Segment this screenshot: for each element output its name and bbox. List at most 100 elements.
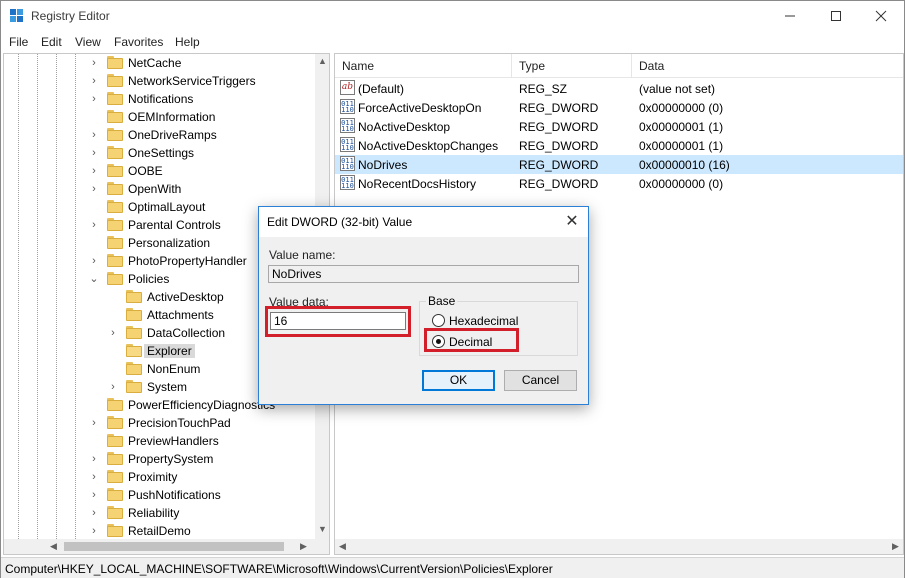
tree-expander-icon[interactable]: › xyxy=(107,324,119,342)
hexadecimal-radio-button[interactable] xyxy=(432,314,445,327)
tree-expander-icon[interactable]: › xyxy=(88,162,100,180)
ok-button[interactable]: OK xyxy=(422,370,495,391)
value-data-cell: 0x00000001 (1) xyxy=(639,139,724,153)
tree-item[interactable]: › PrecisionTouchPad xyxy=(4,414,324,432)
string-value-icon: ab xyxy=(340,80,355,95)
tree-expander-icon[interactable]: › xyxy=(88,450,100,468)
cancel-button[interactable]: Cancel xyxy=(504,370,577,391)
tree-expander-icon[interactable]: › xyxy=(88,126,100,144)
folder-icon xyxy=(107,56,123,69)
tree-expander-icon[interactable]: › xyxy=(88,72,100,90)
tree-expander-icon[interactable]: › xyxy=(88,144,100,162)
tree-item-label: RetailDemo xyxy=(128,524,191,538)
tree-expander-icon[interactable]: › xyxy=(88,90,100,108)
folder-icon xyxy=(107,506,123,519)
hexadecimal-radio[interactable]: Hexadecimal xyxy=(432,313,532,329)
tree-item[interactable]: OEMInformation xyxy=(4,108,324,126)
folder-icon xyxy=(107,110,123,123)
value-type-cell: REG_DWORD xyxy=(519,158,599,172)
tree-item[interactable]: › OpenWith xyxy=(4,180,324,198)
tree-item[interactable]: › NetworkServiceTriggers xyxy=(4,72,324,90)
value-data-highlight xyxy=(265,306,411,337)
scroll-up-icon[interactable]: ▲ xyxy=(315,54,329,69)
binary-value-icon: 011 110 xyxy=(340,175,355,190)
menu-help[interactable]: Help xyxy=(175,35,200,49)
folder-icon xyxy=(107,236,123,249)
registry-value-row[interactable]: 011 110 NoDrives REG_DWORD 0x00000010 (16) xyxy=(335,155,903,174)
registry-value-row[interactable]: 011 110 ForceActiveDesktopOn REG_DWORD 0x000… xyxy=(335,98,903,117)
folder-icon xyxy=(126,380,142,393)
list-header: Name Type Data xyxy=(335,54,903,78)
tree-expander-icon[interactable]: › xyxy=(88,54,100,72)
tree-item[interactable]: PreviewHandlers xyxy=(4,432,324,450)
menu-file[interactable]: File xyxy=(9,35,28,49)
value-type-cell: REG_DWORD xyxy=(519,177,599,191)
tree-expander-icon[interactable]: ⌄ xyxy=(88,270,100,288)
minimize-icon xyxy=(785,15,795,17)
tree-expander-icon[interactable]: › xyxy=(88,522,100,540)
binary-value-icon: 011 110 xyxy=(340,118,355,133)
tree-item[interactable]: › OneDriveRamps xyxy=(4,126,324,144)
registry-value-row[interactable]: ab (Default) REG_SZ (value not set) xyxy=(335,79,903,98)
close-button[interactable] xyxy=(858,1,904,31)
tree-expander-icon[interactable]: › xyxy=(88,486,100,504)
menu-edit[interactable]: Edit xyxy=(41,35,62,49)
tree-expander-icon[interactable]: › xyxy=(88,180,100,198)
tree-item-label: Policies xyxy=(128,272,170,286)
value-name-cell: NoActiveDesktop xyxy=(358,120,451,134)
tree-expander-icon[interactable]: › xyxy=(88,504,100,522)
tree-item[interactable]: › Proximity xyxy=(4,468,324,486)
tree-item[interactable]: › Notifications xyxy=(4,90,324,108)
tree-expander-icon[interactable]: › xyxy=(107,378,119,396)
column-data-header[interactable]: Data xyxy=(632,54,903,78)
tree-item[interactable]: › Reliability xyxy=(4,504,324,522)
folder-icon xyxy=(107,128,123,141)
tree-item[interactable]: › PushNotifications xyxy=(4,486,324,504)
menu-favorites[interactable]: Favorites xyxy=(114,35,163,49)
scroll-left-icon[interactable]: ◀ xyxy=(335,539,350,554)
folder-icon xyxy=(107,488,123,501)
tree-horizontal-scrollbar[interactable]: ◀ ▶ xyxy=(4,539,329,554)
tree-item[interactable]: › PropertySystem xyxy=(4,450,324,468)
tree-scroll-thumb[interactable] xyxy=(64,542,284,551)
dialog-close-icon[interactable]: ✕ xyxy=(562,212,582,232)
scroll-down-icon[interactable]: ▼ xyxy=(315,522,329,537)
tree-expander-icon xyxy=(88,432,100,450)
value-name-cell: NoActiveDesktopChanges xyxy=(358,139,499,153)
base-label: Base xyxy=(426,294,458,308)
edit-dword-dialog: Edit DWORD (32-bit) Value ✕ Value name: … xyxy=(258,206,589,405)
maximize-button[interactable] xyxy=(813,1,859,31)
scroll-left-icon[interactable]: ◀ xyxy=(46,539,61,554)
minimize-button[interactable] xyxy=(767,1,813,31)
tree-item-label: Proximity xyxy=(128,470,178,484)
registry-editor-window: Registry Editor File Edit View Favorites… xyxy=(0,0,905,578)
list-horizontal-scrollbar[interactable]: ◀ ▶ xyxy=(335,539,903,554)
tree-expander-icon[interactable]: › xyxy=(88,252,100,270)
binary-value-icon: 011 110 xyxy=(340,99,355,114)
dialog-title-bar: Edit DWORD (32-bit) Value ✕ xyxy=(259,207,588,237)
folder-icon xyxy=(107,470,123,483)
column-name-header[interactable]: Name xyxy=(335,54,512,78)
folder-icon xyxy=(126,362,142,375)
value-type-cell: REG_DWORD xyxy=(519,101,599,115)
tree-expander-icon[interactable]: › xyxy=(88,414,100,432)
registry-value-row[interactable]: 011 110 NoActiveDesktopChanges REG_DWORD 0x0… xyxy=(335,136,903,155)
value-data-cell: (value not set) xyxy=(639,82,716,96)
tree-item-label: OOBE xyxy=(128,164,163,178)
tree-item[interactable]: › RetailDemo xyxy=(4,522,324,540)
tree-item[interactable]: › OneSettings xyxy=(4,144,324,162)
tree-item[interactable]: › OOBE xyxy=(4,162,324,180)
tree-expander-icon xyxy=(88,396,100,414)
tree-expander-icon xyxy=(107,306,119,324)
tree-item[interactable]: › NetCache xyxy=(4,54,324,72)
tree-expander-icon[interactable]: › xyxy=(88,216,100,234)
registry-value-row[interactable]: 011 110 NoActiveDesktop REG_DWORD 0x00000001… xyxy=(335,117,903,136)
tree-expander-icon[interactable]: › xyxy=(88,468,100,486)
registry-value-row[interactable]: 011 110 NoRecentDocsHistory REG_DWORD 0x0000… xyxy=(335,174,903,193)
menu-view[interactable]: View xyxy=(75,35,101,49)
menu-bar: File Edit View Favorites Help xyxy=(1,32,904,52)
column-type-header[interactable]: Type xyxy=(512,54,632,78)
scroll-right-icon[interactable]: ▶ xyxy=(888,539,903,554)
tree-item-label: PrecisionTouchPad xyxy=(128,416,231,430)
scroll-right-icon[interactable]: ▶ xyxy=(296,539,311,554)
